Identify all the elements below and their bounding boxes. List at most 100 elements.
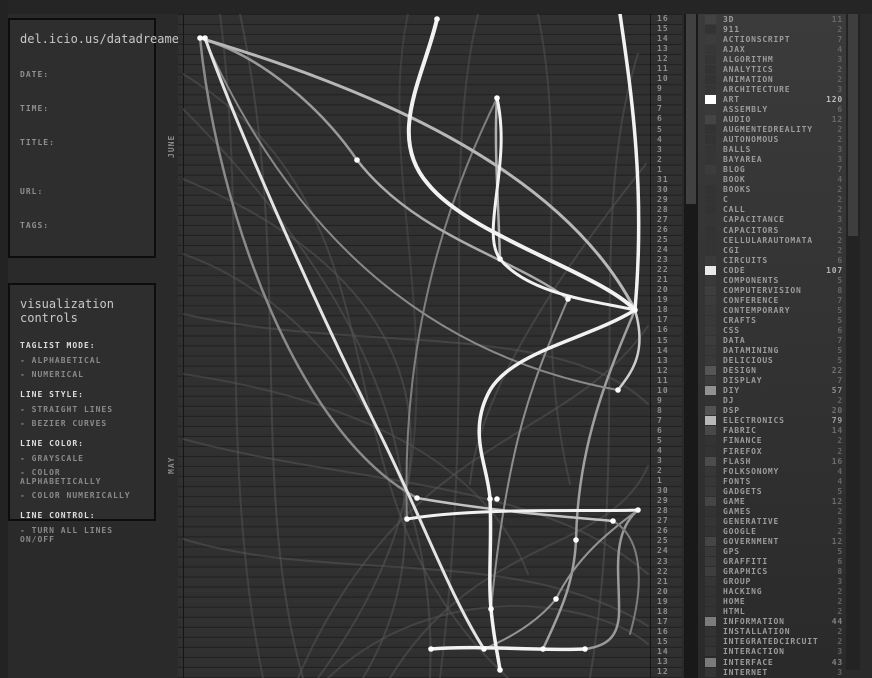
- tag-row[interactable]: CONFERENCE7: [698, 295, 846, 305]
- tag-row[interactable]: CRAFTS5: [698, 315, 846, 325]
- tag-row[interactable]: ELECTRONICS79: [698, 416, 846, 426]
- tag-checkbox[interactable]: [705, 366, 716, 375]
- tag-checkbox[interactable]: [705, 35, 716, 44]
- tag-checkbox[interactable]: [705, 637, 716, 646]
- tag-checkbox[interactable]: [705, 246, 716, 255]
- tag-row[interactable]: BOOKS2: [698, 185, 846, 195]
- tag-row[interactable]: CAPACITORS2: [698, 225, 846, 235]
- tag-row[interactable]: ANIMATION2: [698, 74, 846, 84]
- tag-row[interactable]: INTERFACE43: [698, 657, 846, 667]
- tag-row[interactable]: BOOK4: [698, 175, 846, 185]
- tag-row[interactable]: CSS6: [698, 325, 846, 335]
- tag-row[interactable]: AUDIO12: [698, 114, 846, 124]
- tag-checkbox[interactable]: [705, 75, 716, 84]
- tag-row[interactable]: CALL2: [698, 205, 846, 215]
- tag-row[interactable]: AUGMENTEDREALITY2: [698, 125, 846, 135]
- tag-checkbox[interactable]: [705, 396, 716, 405]
- taglist-right-scrollbar[interactable]: [846, 14, 860, 670]
- tag-row[interactable]: FIREFOX2: [698, 446, 846, 456]
- tag-row[interactable]: DSP20: [698, 406, 846, 416]
- tag-checkbox[interactable]: [705, 45, 716, 54]
- tag-row[interactable]: GPS5: [698, 546, 846, 556]
- tag-row[interactable]: COMPUTERVISION8: [698, 285, 846, 295]
- tag-row[interactable]: ACTIONSCRIPT7: [698, 34, 846, 44]
- tag-row[interactable]: CAPACITANCE3: [698, 215, 846, 225]
- tag-row[interactable]: GAME12: [698, 496, 846, 506]
- tag-checkbox[interactable]: [705, 25, 716, 34]
- tag-checkbox[interactable]: [705, 658, 716, 667]
- tag-row[interactable]: ART120: [698, 94, 846, 104]
- tag-checkbox[interactable]: [705, 627, 716, 636]
- tag-row[interactable]: ARCHITECTURE3: [698, 84, 846, 94]
- tag-row[interactable]: CGI2: [698, 245, 846, 255]
- tag-checkbox[interactable]: [705, 567, 716, 576]
- tag-checkbox[interactable]: [705, 346, 716, 355]
- tag-checkbox[interactable]: [705, 547, 716, 556]
- tag-row[interactable]: DELICIOUS5: [698, 356, 846, 366]
- tag-row[interactable]: ANALYTICS2: [698, 64, 846, 74]
- tag-row[interactable]: DATA7: [698, 336, 846, 346]
- tag-row[interactable]: CIRCUITS6: [698, 255, 846, 265]
- tag-checkbox[interactable]: [705, 376, 716, 385]
- tag-checkbox[interactable]: [705, 426, 716, 435]
- tag-checkbox[interactable]: [705, 447, 716, 456]
- tag-checkbox[interactable]: [705, 85, 716, 94]
- tag-row[interactable]: INTEGRATEDCIRCUIT2: [698, 637, 846, 647]
- control-option[interactable]: - COLOR NUMERICALLY: [20, 491, 144, 500]
- control-option[interactable]: - GRAYSCALE: [20, 454, 144, 463]
- tag-checkbox[interactable]: [705, 668, 716, 677]
- tag-checkbox[interactable]: [705, 135, 716, 144]
- tag-row[interactable]: GROUP3: [698, 577, 846, 587]
- tag-checkbox[interactable]: [705, 125, 716, 134]
- tag-checkbox[interactable]: [705, 145, 716, 154]
- tag-row[interactable]: GOOGLE2: [698, 526, 846, 536]
- tag-checkbox[interactable]: [705, 316, 716, 325]
- tag-row[interactable]: 3D11: [698, 14, 846, 24]
- tag-checkbox[interactable]: [705, 105, 716, 114]
- tag-checkbox[interactable]: [705, 467, 716, 476]
- tag-row[interactable]: HTML2: [698, 607, 846, 617]
- tag-checkbox[interactable]: [705, 195, 716, 204]
- tag-checkbox[interactable]: [705, 175, 716, 184]
- tag-row[interactable]: CONTEMPORARY5: [698, 305, 846, 315]
- tag-row[interactable]: BAYAREA3: [698, 155, 846, 165]
- tag-checkbox[interactable]: [705, 527, 716, 536]
- tag-row[interactable]: FINANCE2: [698, 436, 846, 446]
- tag-checkbox[interactable]: [705, 477, 716, 486]
- tag-checkbox[interactable]: [705, 65, 716, 74]
- taglist-left-scrollbar[interactable]: [684, 14, 698, 678]
- control-option[interactable]: - STRAIGHT LINES: [20, 405, 144, 414]
- tag-checkbox[interactable]: [705, 386, 716, 395]
- tag-row[interactable]: GAMES2: [698, 506, 846, 516]
- tag-row[interactable]: 9112: [698, 24, 846, 34]
- control-option[interactable]: - COLOR ALPHABETICALLY: [20, 468, 144, 486]
- tag-row[interactable]: FOLKSONOMY4: [698, 466, 846, 476]
- control-option[interactable]: - TURN ALL LINES ON/OFF: [20, 526, 144, 544]
- tag-checkbox[interactable]: [705, 436, 716, 445]
- tag-row[interactable]: GOVERNMENT12: [698, 536, 846, 546]
- tag-checkbox[interactable]: [705, 507, 716, 516]
- tag-row[interactable]: DATAMINING5: [698, 346, 846, 356]
- left-scrollbar-thumb[interactable]: [686, 14, 696, 204]
- tag-row[interactable]: DIY57: [698, 386, 846, 396]
- tag-row[interactable]: FLASH16: [698, 456, 846, 466]
- tag-row[interactable]: ASSEMBLY6: [698, 104, 846, 114]
- tag-row[interactable]: DJ2: [698, 396, 846, 406]
- tag-checkbox[interactable]: [705, 326, 716, 335]
- tag-row[interactable]: BLOG7: [698, 165, 846, 175]
- tag-row[interactable]: GENERATIVE3: [698, 516, 846, 526]
- tag-checkbox[interactable]: [705, 215, 716, 224]
- tag-checkbox[interactable]: [705, 587, 716, 596]
- tag-checkbox[interactable]: [705, 607, 716, 616]
- tag-checkbox[interactable]: [705, 597, 716, 606]
- right-scrollbar-thumb[interactable]: [848, 14, 858, 236]
- tag-checkbox[interactable]: [705, 306, 716, 315]
- tag-row[interactable]: AUTONOMOUS2: [698, 135, 846, 145]
- tag-row[interactable]: INTERNET3: [698, 667, 846, 677]
- tag-checkbox[interactable]: [705, 416, 716, 425]
- tag-row[interactable]: ALGORITHM3: [698, 54, 846, 64]
- tag-checkbox[interactable]: [705, 236, 716, 245]
- tag-row[interactable]: INTERACTION3: [698, 647, 846, 657]
- tag-row[interactable]: C2: [698, 195, 846, 205]
- tag-row[interactable]: INFORMATION44: [698, 617, 846, 627]
